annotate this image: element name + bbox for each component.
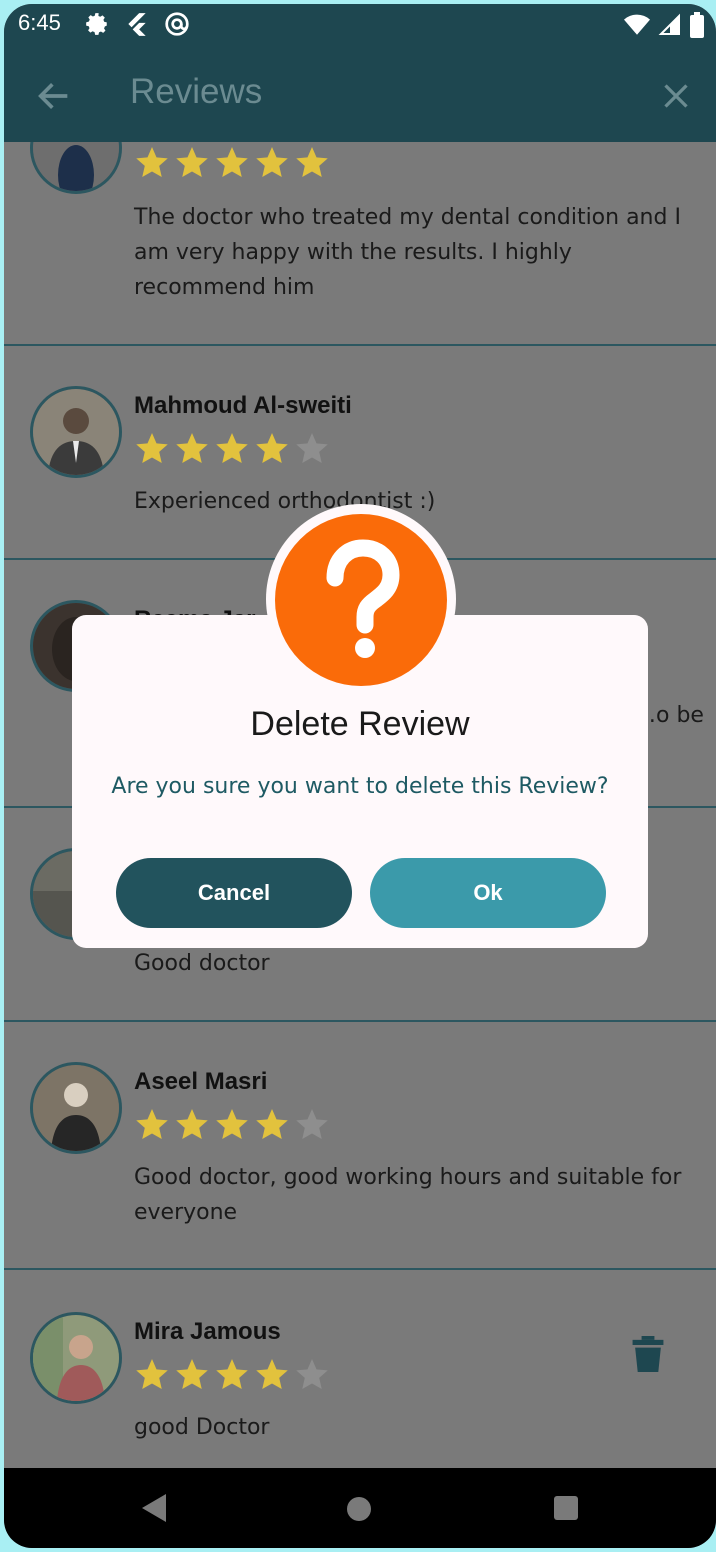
ok-button[interactable]: Ok xyxy=(370,858,606,928)
status-time: 6:45 xyxy=(18,10,61,35)
reviewer-name: Mira Jamous xyxy=(134,1318,281,1345)
star-empty-icon xyxy=(296,1359,328,1389)
system-nav-bar xyxy=(4,1468,716,1548)
star-filled-icon xyxy=(176,1359,208,1389)
dialog-badge xyxy=(275,514,447,686)
star-filled-icon xyxy=(216,433,248,463)
at-sign-icon xyxy=(165,12,189,36)
close-icon[interactable] xyxy=(658,78,694,114)
flutter-icon xyxy=(128,13,146,36)
dialog-message: Are you sure you want to delete this Rev… xyxy=(111,774,609,799)
battery-icon xyxy=(690,12,704,38)
review-card: Aseel Masri Good doctor, good working ho… xyxy=(4,1022,716,1270)
star-filled-icon xyxy=(216,147,248,177)
star-filled-icon xyxy=(256,433,288,463)
gear-icon xyxy=(86,13,107,35)
avatar xyxy=(30,1062,122,1154)
reviewer-name: Mahmoud Al-sweiti xyxy=(134,392,352,419)
review-card: Mira Jamous good Doctor xyxy=(4,1270,716,1468)
nav-home-icon[interactable] xyxy=(347,1497,371,1521)
status-icons-right xyxy=(624,12,704,38)
star-filled-icon xyxy=(176,433,208,463)
status-bar: 6:45 xyxy=(4,4,716,46)
status-icons-left xyxy=(84,11,190,37)
star-filled-icon xyxy=(136,147,168,177)
review-text: Good doctor xyxy=(134,951,270,976)
dialog-title: Delete Review xyxy=(250,705,470,743)
star-filled-icon xyxy=(176,147,208,177)
star-rating xyxy=(134,1356,330,1392)
star-filled-icon xyxy=(136,1359,168,1389)
trash-icon[interactable] xyxy=(632,1336,664,1372)
signal-icon xyxy=(658,13,680,35)
star-filled-icon xyxy=(136,433,168,463)
star-filled-icon xyxy=(296,147,328,177)
star-filled-icon xyxy=(256,1109,288,1139)
cancel-button[interactable]: Cancel xyxy=(116,858,352,928)
nav-recent-apps-icon[interactable] xyxy=(554,1496,578,1520)
review-text: Good doctor, good working hours and suit… xyxy=(134,1165,682,1225)
question-mark-icon xyxy=(326,539,400,658)
page-title: Reviews xyxy=(130,72,263,111)
star-filled-icon xyxy=(216,1109,248,1139)
review-text: The doctor who treated my dental conditi… xyxy=(134,205,681,300)
reviewer-name: Aseel Masri xyxy=(134,1068,268,1095)
avatar xyxy=(30,386,122,478)
review-card: The doctor who treated my dental conditi… xyxy=(4,142,716,346)
app-bar: Reviews xyxy=(4,46,716,142)
avatar xyxy=(30,142,122,194)
arrow-left-icon[interactable] xyxy=(34,76,74,116)
review-text: good Doctor xyxy=(134,1415,270,1440)
wifi-icon xyxy=(624,14,650,35)
nav-back-icon[interactable] xyxy=(140,1492,168,1524)
star-filled-icon xyxy=(176,1109,208,1139)
star-filled-icon xyxy=(256,147,288,177)
star-rating xyxy=(134,1106,330,1142)
avatar xyxy=(30,1312,122,1404)
star-filled-icon xyxy=(216,1359,248,1389)
star-filled-icon xyxy=(136,1109,168,1139)
star-empty-icon xyxy=(296,1109,328,1139)
star-filled-icon xyxy=(256,1359,288,1389)
star-rating xyxy=(134,430,330,466)
star-rating xyxy=(134,144,330,180)
star-empty-icon xyxy=(296,433,328,463)
phone-screen: 6:45 Reviews The doctor who treated my d… xyxy=(4,4,716,1548)
